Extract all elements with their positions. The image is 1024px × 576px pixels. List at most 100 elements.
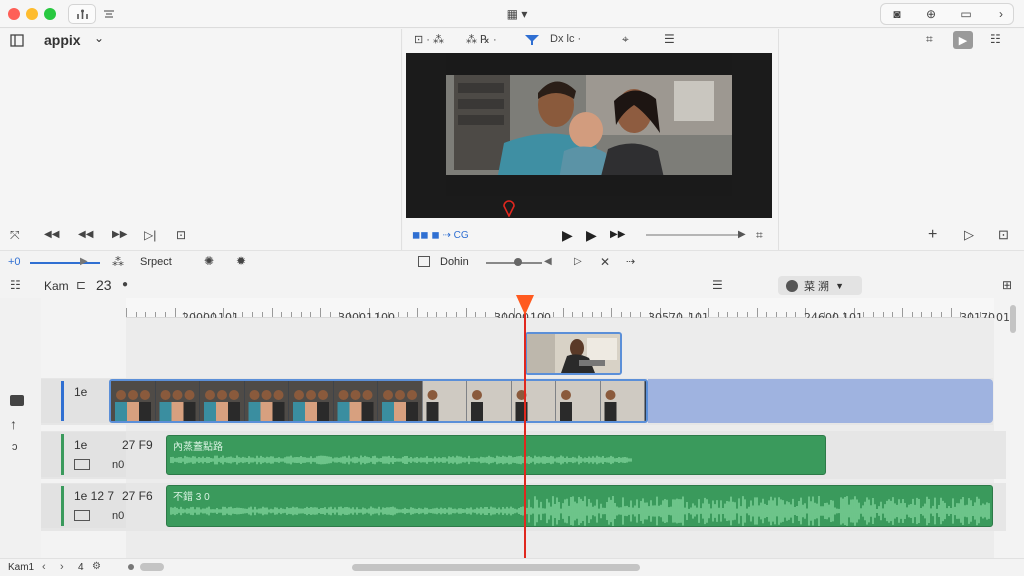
scrubber-end-icon[interactable]: ▶ [738,229,746,240]
close-icon[interactable]: ✕ [600,255,610,269]
clip-appearance-icon[interactable] [418,256,430,267]
connected-clip[interactable] [525,332,622,375]
toolbar-play-icon[interactable]: ▷ [574,256,582,267]
audio-clip-2[interactable]: 不錯 3 0 [166,485,993,527]
viewer-scrubber[interactable] [646,234,738,236]
expand-icon[interactable]: ⊡ [998,227,1009,243]
audio-clip-1[interactable]: 內蒸蓋點路 [166,435,826,475]
chevron-right-icon[interactable]: › [990,6,1012,22]
viewer-zoom-menu[interactable]: ⁂ ℞ · [466,33,497,46]
ruler-tick [640,312,642,317]
zoom-mini-scroll[interactable] [140,563,164,571]
index-icon[interactable]: ☷ [10,278,21,292]
ruler-tick [455,312,457,317]
fullscreen-viewer-icon[interactable]: ⌗ [756,228,763,243]
ruler-tick [310,312,312,317]
forward-icon-inspector[interactable]: ▷ [964,227,974,243]
add-icon[interactable]: + [928,226,937,244]
filter-icon[interactable] [524,33,540,47]
prev-icon[interactable]: ‹ [42,561,46,573]
vertical-scrollbar[interactable] [1010,305,1016,333]
playhead[interactable] [524,296,526,558]
fast-forward-icon[interactable]: ▶▶ [610,229,625,240]
view-menu-button[interactable]: ▦ ▾ [500,5,534,23]
transitions-icon[interactable]: ✹ [236,254,246,268]
tool-name[interactable]: Srpect [140,256,172,268]
rewind-icon[interactable]: ◀◀ [78,229,93,240]
ruler-tick [911,312,913,317]
enhance-icon[interactable]: ⊕ [920,6,942,22]
fullscreen-icon[interactable]: ⤧ [10,228,20,243]
effects-icon[interactable]: ✺ [204,254,214,268]
inspector-video-icon[interactable]: ▶ [953,31,973,49]
ruler-tick [407,312,409,317]
storyline-gap[interactable] [648,379,993,423]
viewer-marker-icon[interactable] [502,199,516,218]
horizontal-scrollbar[interactable] [352,564,640,571]
next-frame-icon[interactable]: ▷| [144,228,156,242]
ruler-tick [436,312,438,317]
skip-back-icon[interactable]: ◀◀ [44,229,59,240]
ruler-tick [902,308,903,317]
list-icon[interactable]: ☰ [664,32,675,46]
timeline-view-selector[interactable]: 菜 溯 ▼ [778,276,862,295]
next-icon[interactable]: › [60,561,64,573]
settings-icon[interactable]: ⚙ [92,561,101,572]
zoom-slider[interactable] [30,262,100,264]
arrow-up-icon[interactable]: ↑ [10,416,17,432]
pin-icon[interactable]: ● [122,279,128,290]
import-icon[interactable] [98,6,120,22]
forward-icon[interactable]: ▶▶ [112,229,127,240]
viewer-format-menu[interactable]: ⊡ · ⁂ [414,33,444,46]
audio-meter-controls[interactable]: ◼◼ ◼ ⇢ CG [412,230,469,241]
redo-icon[interactable]: ⇢ [626,255,635,268]
video-thumbnail [155,381,200,421]
play-forward-icon[interactable]: ▶ [586,227,597,244]
ruler-tick [717,312,719,317]
zoom-label: +0 [8,256,21,268]
library-name[interactable]: appix [44,32,81,48]
keyword-icon[interactable]: ◙ [886,6,908,22]
timeline-ruler[interactable] [126,298,994,318]
ruler-tick [552,312,554,317]
inspector-grid-icon[interactable]: ⌗ [926,32,933,47]
library-button[interactable] [68,4,96,24]
waveform [170,496,990,526]
video-thumbnail [556,381,600,421]
lane-tools [0,298,41,558]
video-lane-icon[interactable] [10,395,24,406]
chevron-down-icon[interactable]: ⌄ [94,31,104,45]
zoom-slider-end-icon[interactable]: ▶ [80,256,88,267]
ruler-tick [261,312,263,317]
crop-icon[interactable]: ⊡ [176,228,186,242]
ruler-tick [892,312,894,317]
ruler-tick [921,312,923,317]
audio-lane-1-clip-icon[interactable] [74,459,90,470]
share-export-icon[interactable]: ▭ [955,6,977,22]
snapping-icon[interactable]: ⁂ [112,255,124,269]
video-thumbnail [422,381,467,421]
rewind-small-icon[interactable]: ◀ [544,256,552,267]
playhead-handle[interactable] [516,295,534,315]
timeline-index-icon[interactable]: ☰ [712,278,723,292]
zoom-dot[interactable] [128,564,134,570]
zoom-window-button[interactable] [44,8,56,20]
grid-view-icon[interactable]: ⊞ [1002,278,1012,292]
video-frame [446,53,732,196]
minimize-window-button[interactable] [26,8,38,20]
audio-lane-icon[interactable]: ↄ [12,441,18,453]
display-options-menu[interactable]: Dx lc · [550,33,581,45]
ruler-tick [426,312,428,317]
ruler-tick [940,312,942,317]
ruler-tick [581,312,583,317]
video-clip[interactable] [109,379,648,423]
audio-lane-2-clip-icon[interactable] [74,510,90,521]
ruler-tick [329,312,331,317]
share-icon [76,9,88,19]
play-button[interactable]: ▶ [562,227,573,244]
inspector-audio-icon[interactable]: ☷ [990,32,1001,46]
magic-wand-icon[interactable]: ⌖ [622,32,629,47]
close-window-button[interactable] [8,8,20,20]
clip-height-knob[interactable] [514,258,522,266]
sidebar-toggle-icon[interactable] [8,32,26,48]
